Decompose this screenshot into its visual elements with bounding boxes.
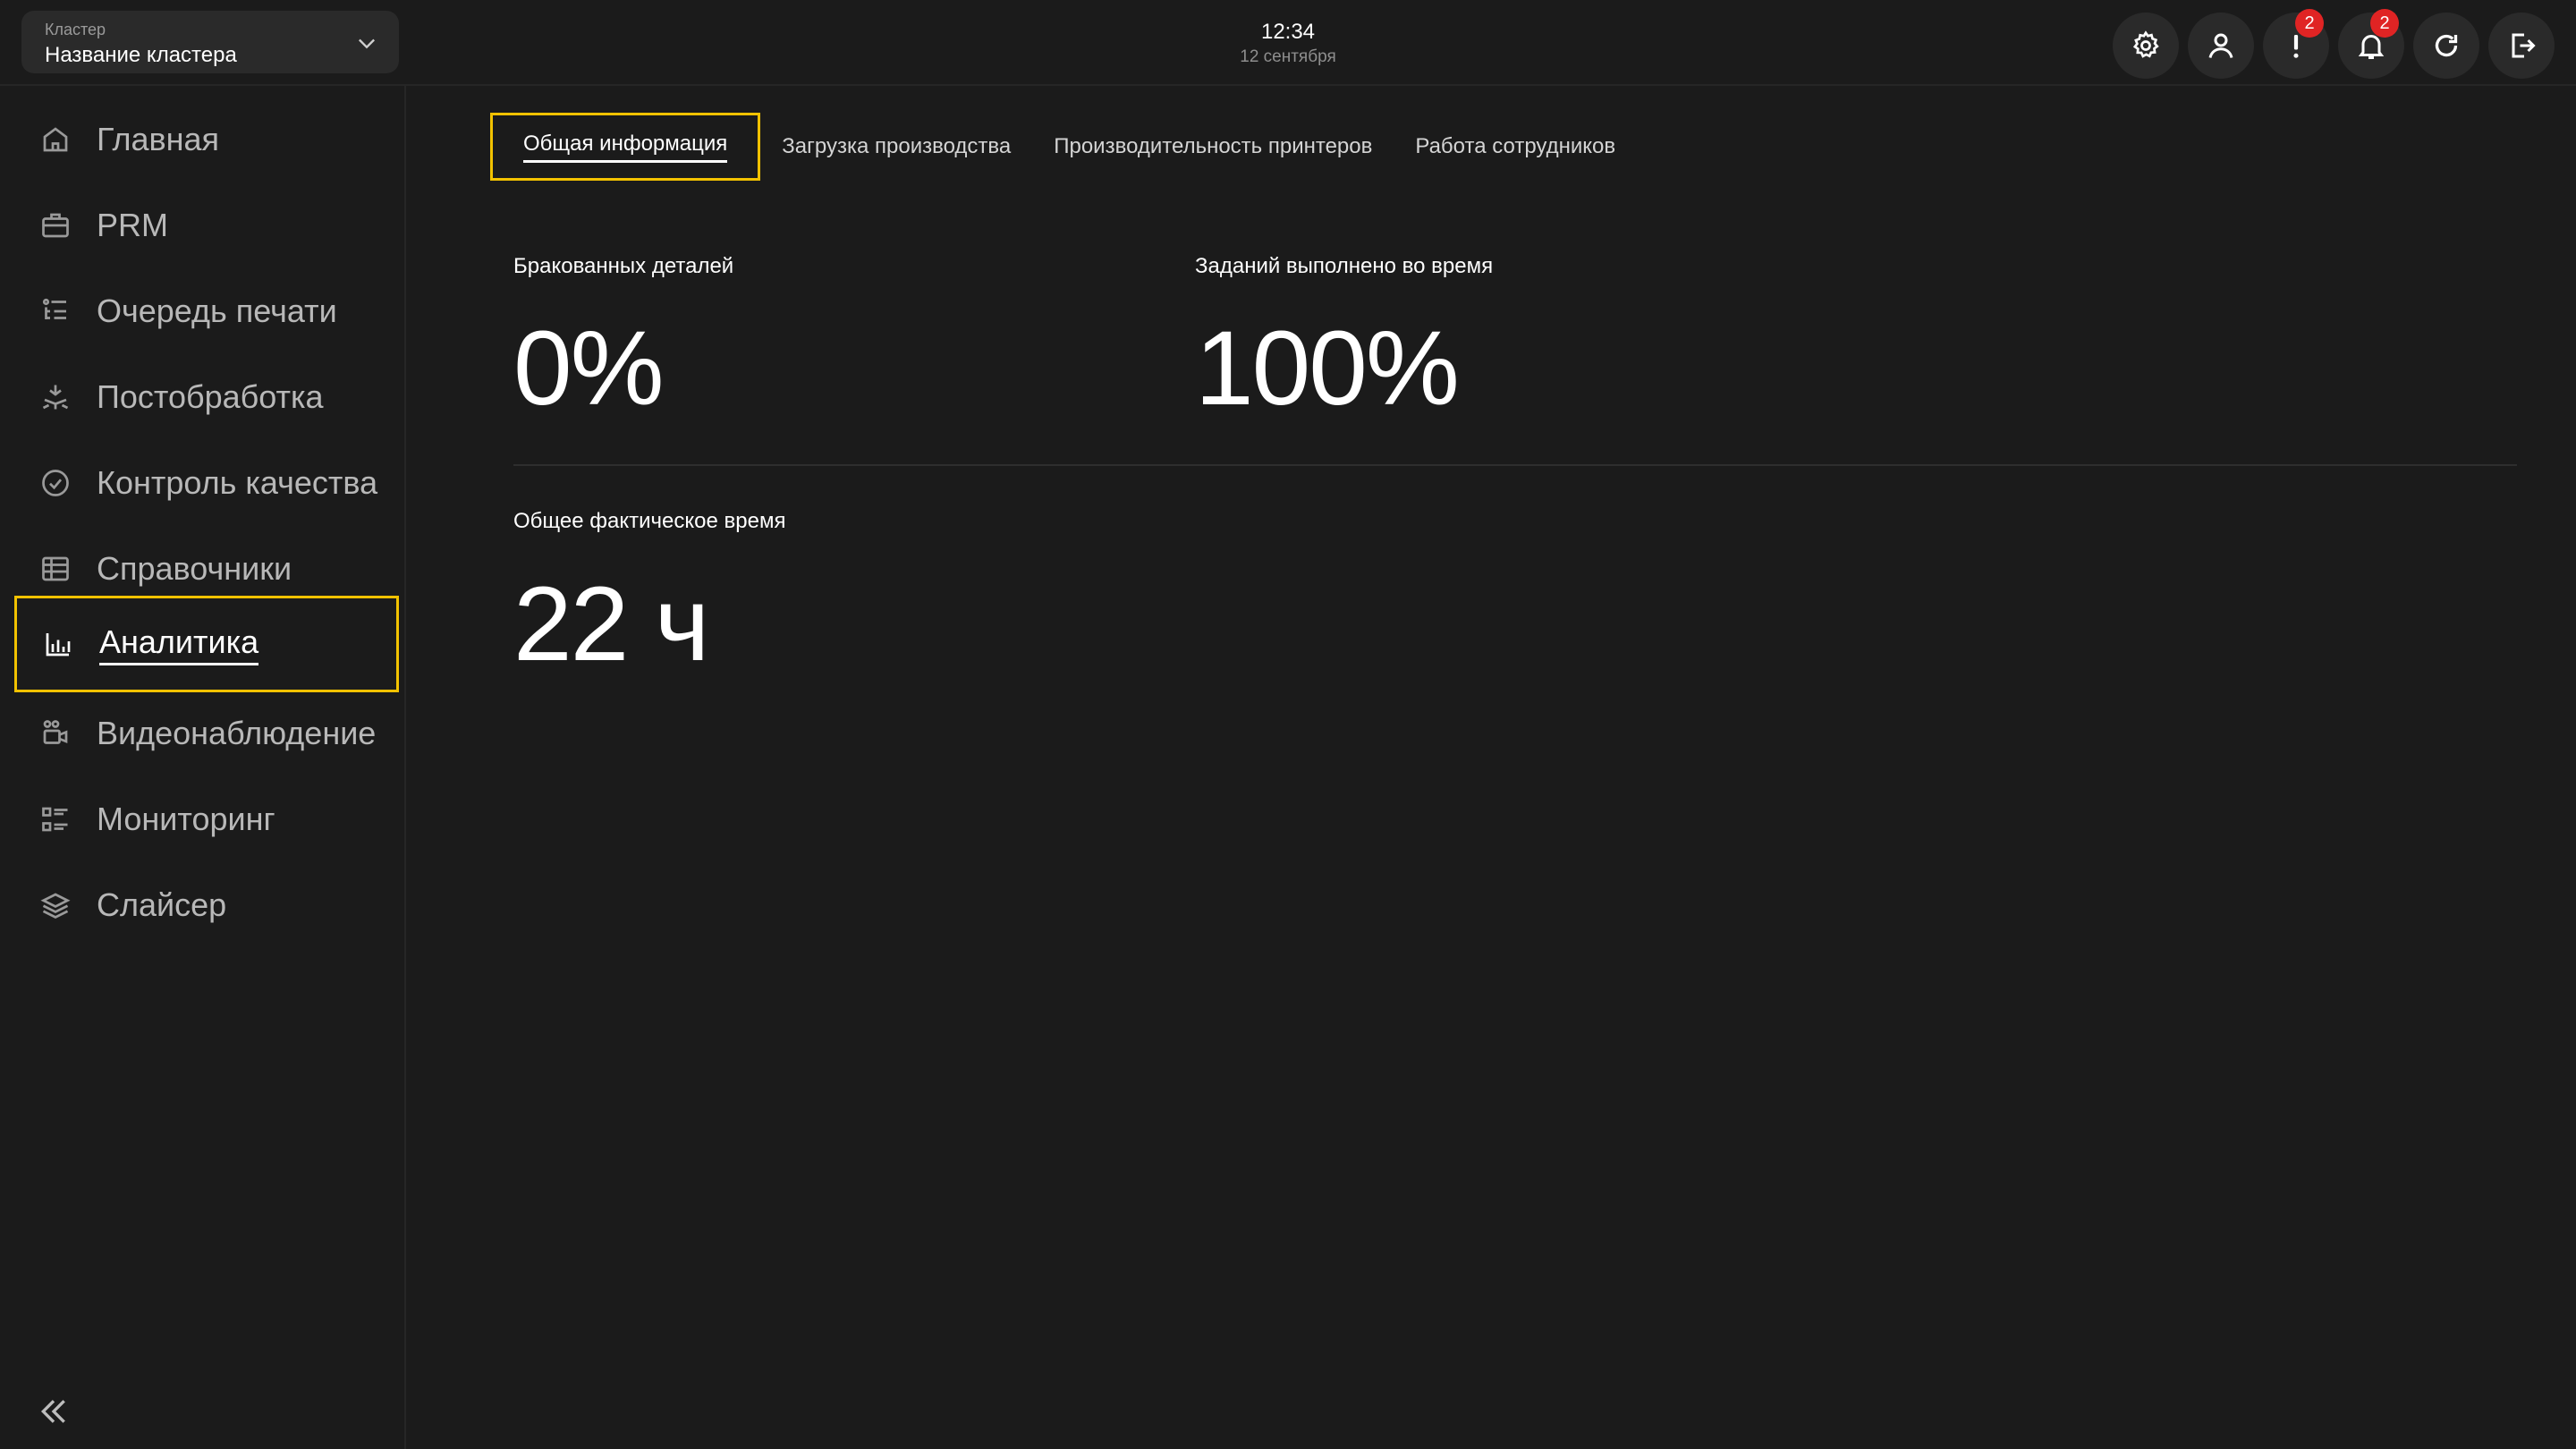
tab-label: Производительность принтеров bbox=[1054, 134, 1373, 158]
notifications-badge: 2 bbox=[2370, 9, 2399, 38]
sidebar-item-label: Постобработка bbox=[97, 378, 324, 415]
cluster-label: Кластер bbox=[45, 21, 106, 38]
tab-label: Загрузка производства bbox=[782, 134, 1012, 158]
cluster-selector[interactable]: Кластер Название кластера bbox=[21, 11, 399, 73]
current-date: 12 сентября bbox=[1240, 47, 1336, 66]
sidebar-item-label: PRM bbox=[97, 207, 168, 243]
briefcase-icon bbox=[42, 213, 69, 238]
sidebar-item-slicer[interactable]: Слайсер bbox=[14, 857, 399, 953]
tab-label: Работа сотрудников bbox=[1415, 134, 1616, 158]
top-bar: Кластер Название кластера 12:34 12 сентя… bbox=[0, 0, 2576, 86]
alerts-badge: 2 bbox=[2295, 9, 2324, 38]
sidebar-item-label: Видеонаблюдение bbox=[97, 715, 377, 751]
queue-list-icon bbox=[42, 298, 66, 319]
sidebar: Главная PRM Очередь печати Постобработка… bbox=[0, 86, 406, 1449]
alerts-button[interactable]: 2 bbox=[2263, 9, 2329, 79]
layers-icon bbox=[40, 893, 71, 919]
sidebar-item-print-queue[interactable]: Очередь печати bbox=[14, 263, 399, 360]
table-icon bbox=[42, 556, 69, 581]
sidebar-item-quality-control[interactable]: Контроль качества bbox=[14, 435, 399, 531]
logout-icon bbox=[2512, 33, 2536, 58]
sidebar-item-postprocessing[interactable]: Постобработка bbox=[14, 349, 399, 445]
sidebar-item-home[interactable]: Главная bbox=[14, 91, 399, 188]
tab-printer-performance[interactable]: Производительность принтеров bbox=[1032, 113, 1394, 181]
sidebar-item-monitoring[interactable]: Мониторинг bbox=[14, 771, 399, 868]
metrics-divider bbox=[513, 464, 2517, 466]
settings-button[interactable] bbox=[2113, 13, 2179, 79]
user-icon bbox=[2208, 33, 2233, 58]
on-time-tasks-label: Заданий выполнено во время bbox=[1195, 254, 1494, 278]
bar-chart-icon bbox=[46, 633, 71, 657]
tab-label: Общая информация bbox=[523, 131, 728, 163]
sidebar-item-label: Слайсер bbox=[97, 886, 227, 923]
checklist-icon bbox=[42, 807, 68, 832]
total-actual-time-value: 22 ч bbox=[513, 565, 710, 683]
total-actual-time-label: Общее фактическое время bbox=[513, 509, 786, 533]
tab-bar: Общая информация Загрузка производства П… bbox=[490, 113, 1637, 181]
profile-button[interactable] bbox=[2188, 13, 2254, 79]
sidebar-item-label: Главная bbox=[97, 121, 220, 157]
clock: 12:34 12 сентября bbox=[1199, 18, 1377, 68]
notifications-button[interactable]: 2 bbox=[2338, 9, 2404, 79]
gear-icon bbox=[2132, 30, 2159, 58]
refresh-icon bbox=[2435, 34, 2458, 57]
home-icon bbox=[43, 127, 68, 152]
postprocessing-icon bbox=[42, 385, 69, 410]
refresh-button[interactable] bbox=[2413, 13, 2479, 79]
sidebar-item-label: Очередь печати bbox=[97, 292, 337, 329]
chevron-down-icon bbox=[359, 38, 375, 49]
collapse-sidebar-icon[interactable] bbox=[36, 1394, 72, 1429]
sidebar-item-video-surveillance[interactable]: Видеонаблюдение bbox=[14, 685, 399, 782]
sidebar-item-label: Справочники bbox=[97, 550, 292, 587]
sidebar-item-label: Контроль качества bbox=[97, 464, 378, 501]
tab-general-info[interactable]: Общая информация bbox=[490, 113, 761, 181]
sidebar-item-prm[interactable]: PRM bbox=[14, 177, 399, 274]
defective-parts-value: 0% bbox=[513, 309, 665, 428]
sidebar-item-analytics[interactable]: Аналитика bbox=[14, 596, 399, 692]
on-time-tasks-value: 100% bbox=[1195, 309, 1460, 428]
camera-icon bbox=[43, 720, 68, 744]
defective-parts-label: Бракованных деталей bbox=[513, 254, 734, 278]
sidebar-item-label: Аналитика bbox=[99, 623, 259, 665]
check-circle-icon bbox=[42, 470, 69, 496]
tab-employee-work[interactable]: Работа сотрудников bbox=[1394, 113, 1637, 181]
cluster-name: Название кластера bbox=[45, 43, 237, 67]
current-time: 12:34 bbox=[1260, 20, 1316, 44]
logout-button[interactable] bbox=[2488, 13, 2555, 79]
tab-production-load[interactable]: Загрузка производства bbox=[760, 113, 1032, 181]
sidebar-item-label: Мониторинг bbox=[97, 801, 275, 837]
